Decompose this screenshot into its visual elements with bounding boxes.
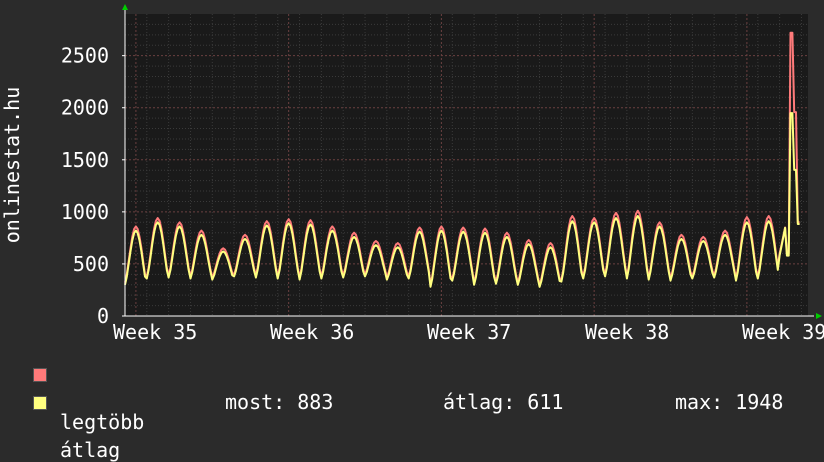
legend-swatch-legtobb <box>33 368 47 382</box>
plot-area <box>125 14 808 316</box>
legend-label-atlag: átlag <box>60 438 121 462</box>
y-tick-label: 2500 <box>61 44 109 68</box>
x-tick-label: Week 36 <box>270 320 354 340</box>
y-tick-label: 500 <box>73 252 109 276</box>
legend-item-atlag: átlag <box>30 390 120 462</box>
x-tick-label: Week 37 <box>427 320 511 340</box>
x-axis-arrow-icon <box>816 313 822 319</box>
traffic-chart: 0 500 1000 1500 2000 2500 Week 35 Week 36 Week 3… <box>0 4 824 340</box>
y-axis-label: onlinestat.hu <box>0 87 24 244</box>
y-tick-label: 2000 <box>61 96 109 120</box>
x-tick-label: Week 39 <box>742 320 824 340</box>
y-tick-label: 0 <box>97 304 109 328</box>
y-axis-arrow-icon <box>122 4 128 10</box>
y-tick-label: 1500 <box>61 148 109 172</box>
y-tick-label: 1000 <box>61 200 109 224</box>
stat-average: átlag: 611 <box>443 390 564 414</box>
stat-maximum: max: 1948 <box>675 390 784 414</box>
x-tick-label: Week 38 <box>585 320 669 340</box>
stat-current: most: 883 <box>225 390 334 414</box>
x-tick-label: Week 35 <box>113 320 197 340</box>
legend-label-legtobb: legtöbb <box>60 410 145 434</box>
legend-swatch-atlag <box>33 396 47 410</box>
